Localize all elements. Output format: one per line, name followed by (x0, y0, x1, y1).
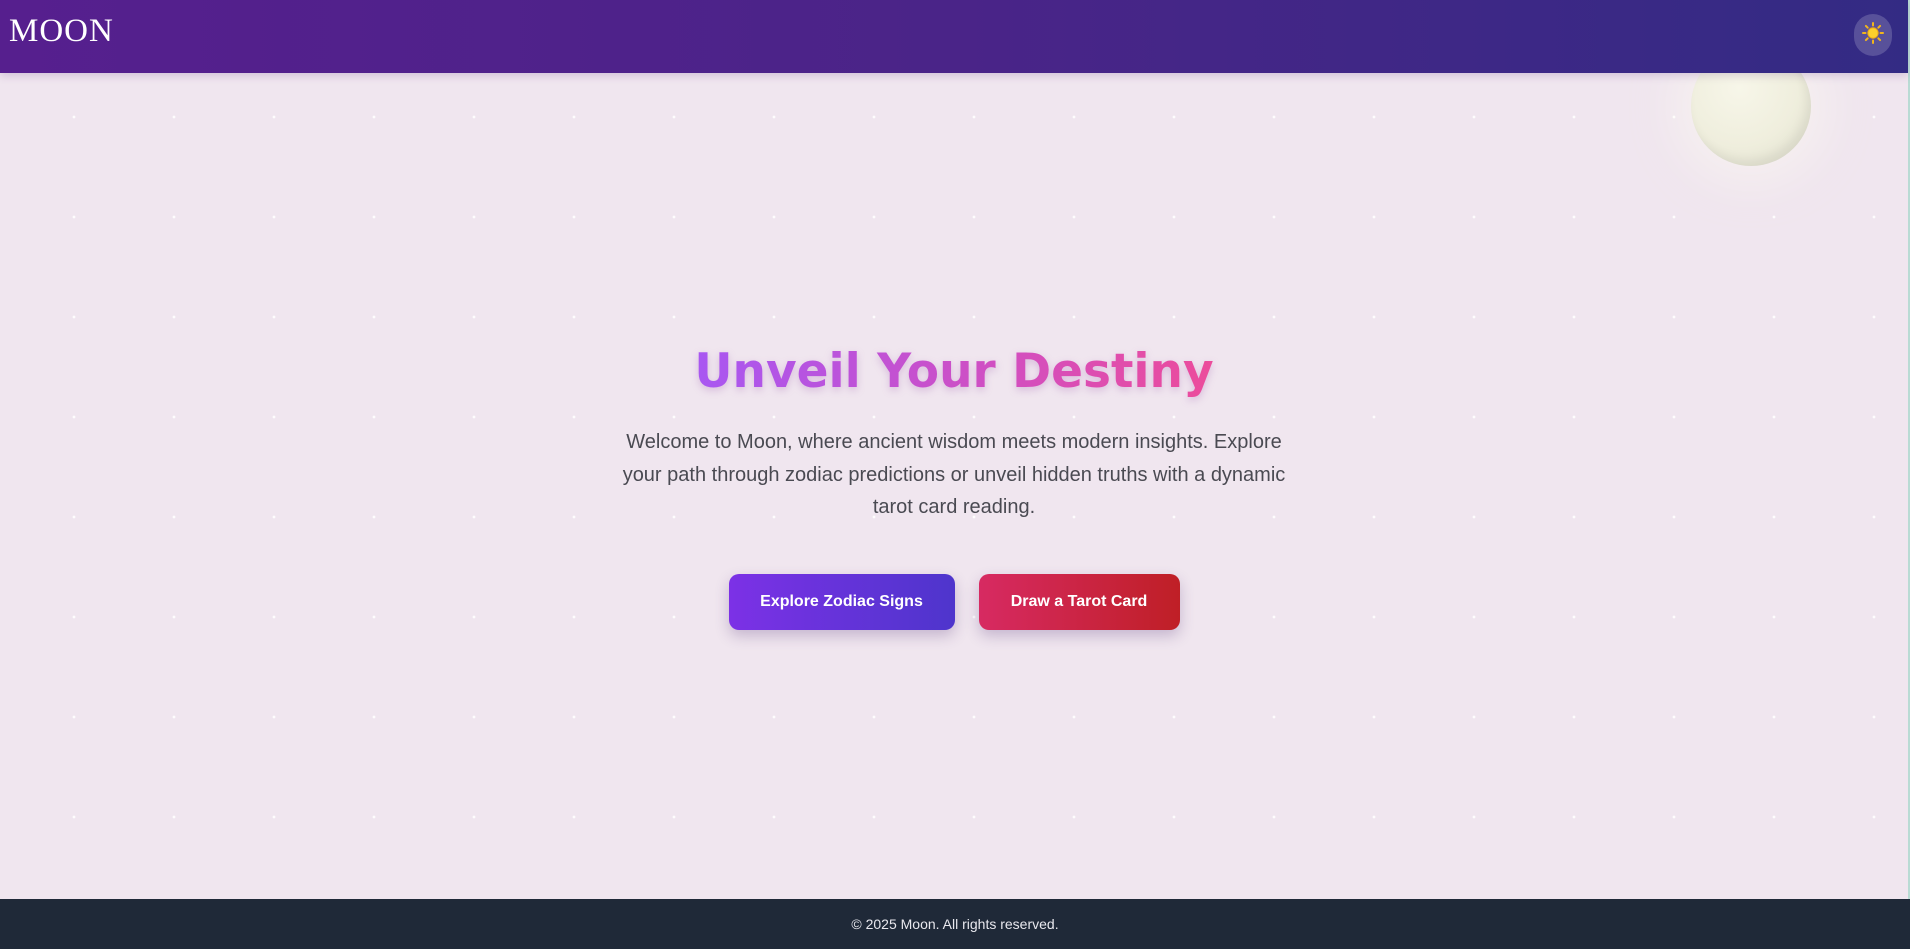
hero-description: Welcome to Moon, where ancient wisdom me… (622, 431, 1286, 518)
draw-tarot-button[interactable]: Draw a Tarot Card (978, 573, 1180, 630)
top-navbar: MOON (0, 0, 1908, 73)
hero-title: Unveil Your Destiny (694, 340, 1213, 404)
site-logo[interactable]: MOON (9, 15, 114, 48)
theme-toggle-button[interactable] (1854, 14, 1892, 56)
hero-section: Unveil Your Destiny Welcome to Moon, whe… (0, 340, 1908, 630)
page-footer: © 2025 Moon. All rights reserved. (0, 899, 1910, 949)
explore-zodiac-button[interactable]: Explore Zodiac Signs (728, 573, 955, 630)
sun-icon (1861, 21, 1885, 50)
footer-copyright: © 2025 Moon. All rights reserved. (851, 916, 1059, 932)
hero-actions: Explore Zodiac Signs Draw a Tarot Card (0, 573, 1908, 630)
